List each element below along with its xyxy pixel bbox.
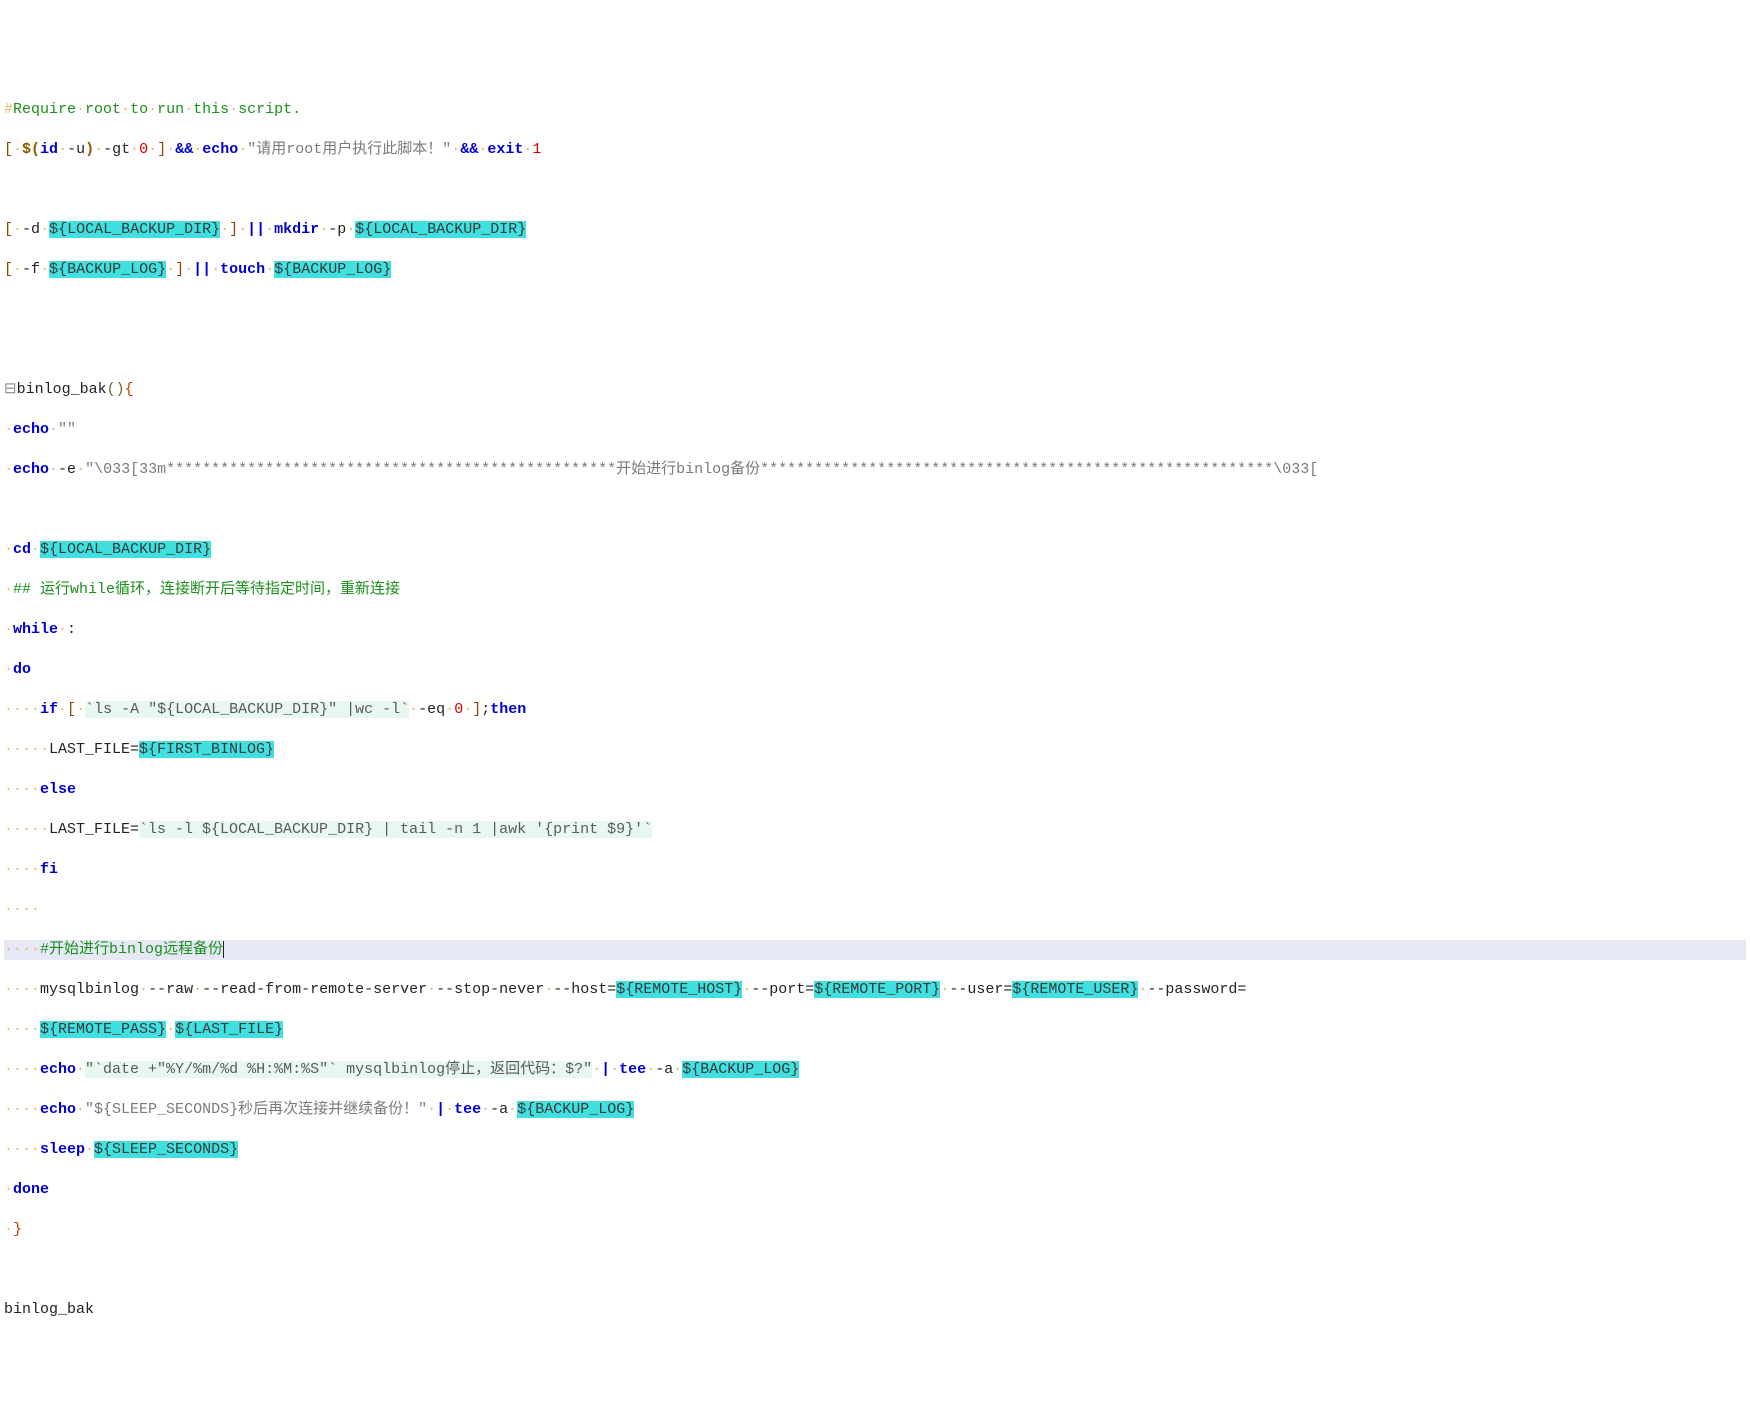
fold-marker-icon[interactable]: ⊟: [4, 381, 17, 398]
code-line[interactable]: ····if·[·`ls -A "${LOCAL_BACKUP_DIR}" |w…: [4, 700, 1746, 720]
variable-ref: ${LOCAL_BACKUP_DIR}: [355, 221, 526, 238]
code-line[interactable]: [·-f·${BACKUP_LOG}·]·||·touch·${BACKUP_L…: [4, 260, 1746, 280]
code-line[interactable]: ····${REMOTE_PASS}·${LAST_FILE}: [4, 1020, 1746, 1040]
code-line[interactable]: [4, 300, 1746, 320]
code-line[interactable]: binlog_bak: [4, 1300, 1746, 1320]
variable-ref: ${LOCAL_BACKUP_DIR}: [49, 221, 220, 238]
text-cursor: [223, 941, 224, 958]
code-line[interactable]: ····else: [4, 780, 1746, 800]
variable-ref: ${BACKUP_LOG}: [274, 261, 391, 278]
code-line[interactable]: [4, 500, 1746, 520]
code-editor[interactable]: #Require·root·to·run·this·script. [·$(id…: [0, 80, 1750, 1340]
code-line[interactable]: ⊟binlog_bak(){: [4, 380, 1746, 400]
variable-ref: ${LAST_FILE}: [175, 1021, 283, 1038]
variable-ref: ${REMOTE_PORT}: [814, 981, 940, 998]
code-line[interactable]: ·echo·"": [4, 420, 1746, 440]
code-line[interactable]: [4, 1260, 1746, 1280]
code-line[interactable]: ·while·:: [4, 620, 1746, 640]
code-line[interactable]: ····sleep·${SLEEP_SECONDS}: [4, 1140, 1746, 1160]
code-line[interactable]: ····mysqlbinlog·--raw·--read-from-remote…: [4, 980, 1746, 1000]
variable-ref: ${BACKUP_LOG}: [49, 261, 166, 278]
current-line[interactable]: ····#开始进行binlog远程备份: [4, 940, 1746, 960]
code-line[interactable]: #Require·root·to·run·this·script.: [4, 100, 1746, 120]
code-line[interactable]: ·····LAST_FILE=${FIRST_BINLOG}: [4, 740, 1746, 760]
code-line[interactable]: ·## 运行while循环，连接断开后等待指定时间，重新连接: [4, 580, 1746, 600]
code-line[interactable]: ·done: [4, 1180, 1746, 1200]
variable-ref: ${LOCAL_BACKUP_DIR}: [40, 541, 211, 558]
code-line[interactable]: ····fi: [4, 860, 1746, 880]
code-line[interactable]: ····: [4, 900, 1746, 920]
variable-ref: ${FIRST_BINLOG}: [139, 741, 274, 758]
code-line[interactable]: ·do: [4, 660, 1746, 680]
code-line[interactable]: ·cd·${LOCAL_BACKUP_DIR}: [4, 540, 1746, 560]
code-line[interactable]: [4, 180, 1746, 200]
code-line[interactable]: ·}: [4, 1220, 1746, 1240]
code-line[interactable]: [·-d·${LOCAL_BACKUP_DIR}·]·||·mkdir·-p·$…: [4, 220, 1746, 240]
variable-ref: ${BACKUP_LOG}: [517, 1101, 634, 1118]
code-line[interactable]: ·echo·-e·"\033[33m**********************…: [4, 460, 1746, 480]
code-line[interactable]: ····echo·"${SLEEP_SECONDS}秒后再次连接并继续备份！"·…: [4, 1100, 1746, 1120]
variable-ref: ${REMOTE_PASS}: [40, 1021, 166, 1038]
variable-ref: ${BACKUP_LOG}: [682, 1061, 799, 1078]
code-line[interactable]: [4, 340, 1746, 360]
code-line[interactable]: ····echo·"`date +"%Y/%m/%d %H:%M:%S"` my…: [4, 1060, 1746, 1080]
variable-ref: ${REMOTE_HOST}: [616, 981, 742, 998]
variable-ref: ${SLEEP_SECONDS}: [94, 1141, 238, 1158]
code-line[interactable]: [·$(id·-u)·-gt·0·]·&&·echo·"请用root用户执行此脚…: [4, 140, 1746, 160]
variable-ref: ${REMOTE_USER}: [1012, 981, 1138, 998]
comment-text: #Require·root·to·run·this·script.: [4, 101, 301, 118]
code-line[interactable]: ·····LAST_FILE=`ls -l ${LOCAL_BACKUP_DIR…: [4, 820, 1746, 840]
